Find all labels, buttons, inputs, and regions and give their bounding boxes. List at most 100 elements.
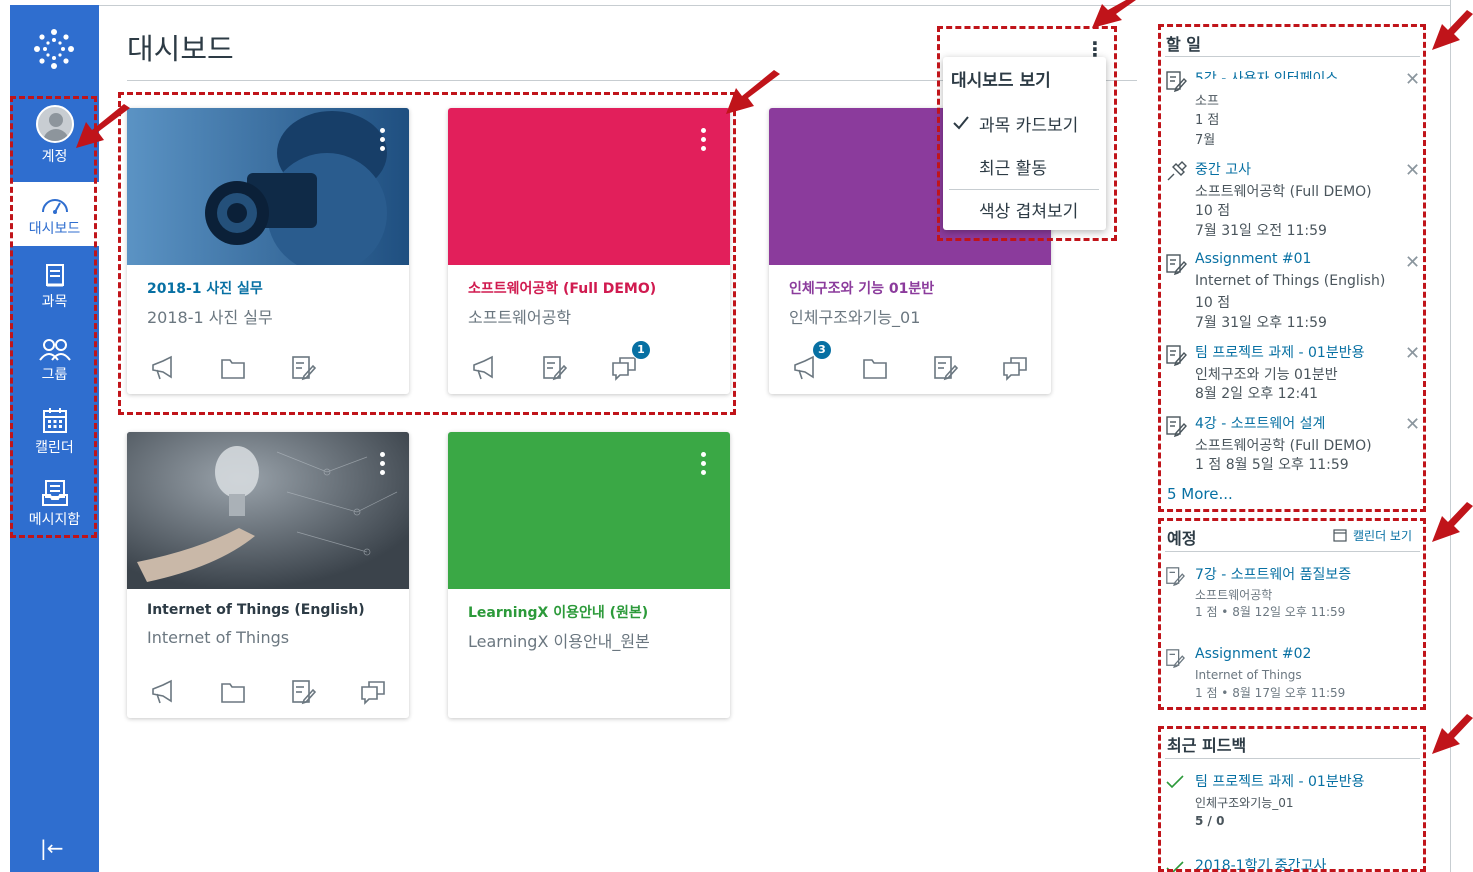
course-card-title[interactable]: Internet of Things (English)	[147, 602, 365, 618]
feedback-title[interactable]: 2018-1학기 중간고사	[1195, 855, 1326, 872]
course-card-title[interactable]: 인체구조와 기능 01분반	[789, 278, 934, 298]
files-icon[interactable]	[219, 354, 247, 382]
dismiss-icon[interactable]: ✕	[1405, 416, 1420, 434]
top-border	[99, 5, 1451, 6]
todo-title[interactable]: 중간 고사	[1195, 159, 1251, 179]
course-card-subtitle: Internet of Things	[147, 628, 290, 647]
nav-account-label: 계정	[41, 149, 68, 165]
assignment-icon	[1166, 649, 1185, 668]
course-card-hero[interactable]	[127, 432, 409, 589]
page-title: 대시보드	[127, 32, 234, 66]
card-options-kebab-icon[interactable]	[701, 452, 706, 479]
global-nav-sidebar: 계정 대시보드 과목 그룹 캘린더 메시지함 |←	[10, 5, 99, 872]
course-card-hero[interactable]	[448, 432, 730, 589]
course-card[interactable]: Internet of Things (English) Internet of…	[127, 432, 409, 718]
assignments-icon[interactable]	[289, 678, 317, 706]
dismiss-icon[interactable]: ✕	[1405, 345, 1420, 363]
discussions-icon[interactable]	[359, 678, 387, 706]
course-card[interactable]: 소프트웨어공학 (Full DEMO) 소프트웨어공학 1	[448, 108, 730, 394]
assignment-icon	[1166, 416, 1187, 437]
todo-course: 소프트웨어공학 (Full DEMO)	[1195, 438, 1372, 454]
feedback-item[interactable]: 팀 프로젝트 과제 - 01분반용 인체구조와기능_01 5 / 0	[1165, 771, 1425, 831]
assignments-icon[interactable]	[540, 354, 568, 382]
feedback-divider	[1165, 758, 1420, 759]
dismiss-icon[interactable]: ✕	[1405, 162, 1420, 180]
annotation-arrow	[1432, 10, 1473, 50]
todo-more-link[interactable]: 5 More...	[1167, 485, 1233, 503]
announcement-count-badge: 3	[812, 340, 832, 360]
nav-inbox[interactable]: 메시지함	[10, 479, 99, 539]
feedback-title[interactable]: 팀 프로젝트 과제 - 01분반용	[1195, 771, 1364, 791]
calendar-icon	[42, 408, 67, 433]
course-card-hero[interactable]	[127, 108, 409, 273]
lightbulb-image	[127, 432, 409, 589]
calendar-icon	[1333, 529, 1347, 542]
upcoming-due: 1 점 • 8월 12일 오후 11:59	[1195, 605, 1346, 619]
todo-course: Internet of Things (English)	[1195, 273, 1386, 289]
course-card-title[interactable]: 소프트웨어공학 (Full DEMO)	[468, 278, 656, 298]
course-card[interactable]: LearningX 이용안내 (원본) LearningX 이용안내_원본	[448, 432, 730, 718]
course-card-subtitle: 2018-1 사진 실무	[147, 308, 273, 327]
todo-points-due: 1 점 8월 5일 오후 11:59	[1195, 457, 1349, 473]
dismiss-icon[interactable]: ✕	[1405, 254, 1420, 272]
feedback-item[interactable]: 2018-1학기 중간고사	[1165, 855, 1425, 872]
card-options-kebab-icon[interactable]	[380, 128, 385, 155]
nav-groups[interactable]: 그룹	[10, 338, 99, 398]
announcements-icon[interactable]	[149, 678, 177, 706]
view-calendar-label: 캘린더 보기	[1353, 529, 1413, 543]
announcements-icon[interactable]	[149, 354, 177, 382]
canvas-logo-icon[interactable]	[32, 27, 76, 71]
dismiss-icon[interactable]: ✕	[1405, 71, 1420, 89]
menu-item-label: 색상 겹쳐보기	[979, 202, 1079, 222]
announcements-icon[interactable]	[470, 354, 498, 382]
checkmark-icon	[1166, 775, 1184, 789]
todo-title[interactable]: Assignment #01	[1195, 251, 1311, 267]
discussion-count-badge: 1	[631, 340, 651, 360]
upcoming-title[interactable]: 7강 - 소프트웨어 품질보증	[1195, 564, 1351, 584]
nav-dashboard[interactable]: 대시보드	[10, 182, 99, 246]
inbox-icon	[41, 480, 68, 506]
todo-item[interactable]: 4강 - 소프트웨어 설계 소프트웨어공학 (Full DEMO) 1 점 8월…	[1165, 413, 1420, 473]
annotation-arrow	[1432, 502, 1473, 542]
discussions-icon[interactable]	[610, 354, 638, 382]
upcoming-item[interactable]: 7강 - 소프트웨어 품질보증 소프트웨어공학 1 점 • 8월 12일 오후 …	[1165, 564, 1425, 624]
files-icon[interactable]	[861, 354, 889, 382]
course-card-hero[interactable]	[448, 108, 730, 265]
todo-item[interactable]: Assignment #01 Internet of Things (Engli…	[1165, 251, 1420, 331]
course-card-title[interactable]: 2018-1 사진 실무	[147, 278, 263, 298]
card-options-kebab-icon[interactable]	[380, 452, 385, 479]
feedback-heading: 최근 피드백	[1167, 736, 1247, 755]
assignments-icon[interactable]	[931, 354, 959, 382]
course-card[interactable]: 2018-1 사진 실무 2018-1 사진 실무	[127, 108, 409, 394]
todo-points: 1 점	[1195, 113, 1220, 128]
files-icon[interactable]	[219, 678, 247, 706]
todo-item[interactable]: 5강 - 사용자 인터페이스 소프 1 점 7월 ✕	[1165, 68, 1420, 148]
todo-points: 10 점	[1195, 203, 1231, 219]
assignment-icon	[1166, 567, 1185, 586]
collapse-nav-icon[interactable]: |←	[40, 836, 64, 860]
dashboard-view-menu: 대시보드 보기 과목 카드보기 최근 활동 색상 겹쳐보기	[943, 57, 1106, 230]
photographer-image	[127, 108, 409, 273]
view-calendar-link[interactable]: 캘린더 보기	[1333, 527, 1412, 544]
feedback-score: 5 / 0	[1195, 814, 1225, 828]
todo-item[interactable]: 팀 프로젝트 과제 - 01분반용 인체구조와 기능 01분반 8월 2일 오후…	[1165, 342, 1420, 402]
todo-title[interactable]: 5강 - 사용자 인터페이스	[1195, 68, 1338, 79]
assignments-icon[interactable]	[289, 354, 317, 382]
card-options-kebab-icon[interactable]	[701, 128, 706, 155]
todo-course: 인체구조와 기능 01분반	[1195, 367, 1338, 383]
nav-account[interactable]: 계정	[10, 105, 99, 175]
todo-item[interactable]: 중간 고사 소프트웨어공학 (Full DEMO) 10 점 7월 31일 오전…	[1165, 159, 1420, 239]
todo-heading: 할 일	[1166, 35, 1202, 54]
annotation-arrow	[1432, 714, 1473, 754]
course-card-title[interactable]: LearningX 이용안내 (원본)	[468, 602, 648, 622]
nav-courses[interactable]: 과목	[10, 263, 99, 323]
course-card-subtitle: LearningX 이용안내_원본	[468, 632, 650, 651]
upcoming-item[interactable]: Assignment #02 Internet of Things 1 점 • …	[1165, 646, 1425, 706]
nav-calendar[interactable]: 캘린더	[10, 407, 99, 467]
announcements-icon[interactable]	[791, 354, 819, 382]
dashboard-icon	[41, 199, 68, 214]
upcoming-title[interactable]: Assignment #02	[1195, 646, 1311, 662]
todo-title[interactable]: 팀 프로젝트 과제 - 01분반용	[1195, 342, 1364, 362]
discussions-icon[interactable]	[1001, 354, 1029, 382]
todo-title[interactable]: 4강 - 소프트웨어 설계	[1195, 413, 1325, 433]
